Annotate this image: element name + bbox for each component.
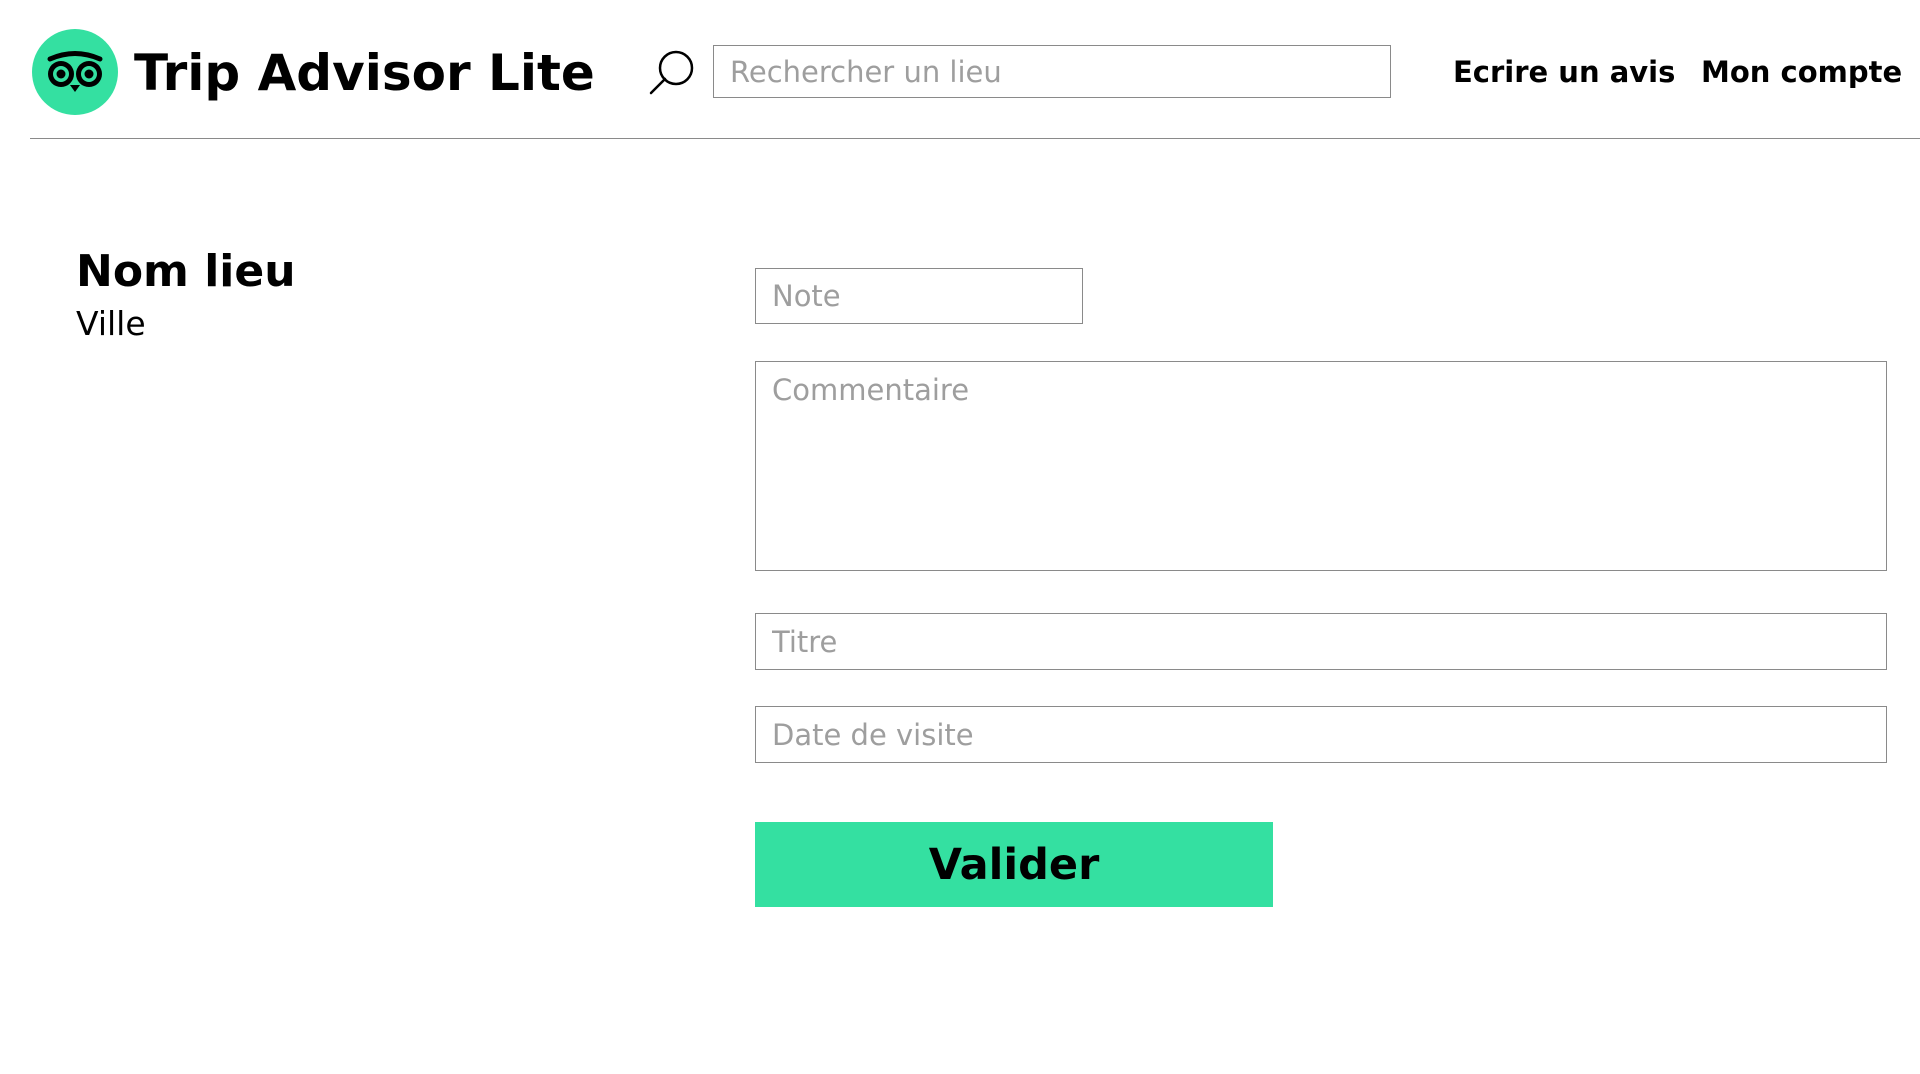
place-city: Ville <box>76 304 146 343</box>
rating-input[interactable] <box>755 268 1083 324</box>
submit-button[interactable]: Valider <box>755 822 1273 907</box>
search-icon[interactable] <box>648 48 696 96</box>
review-title-input[interactable] <box>755 613 1887 670</box>
visit-date-input[interactable] <box>755 706 1887 763</box>
header-divider <box>30 138 1920 139</box>
nav-account-link[interactable]: Mon compte <box>1701 52 1902 92</box>
comment-textarea[interactable] <box>755 361 1887 571</box>
search-input[interactable] <box>713 45 1391 98</box>
nav-write-review-link[interactable]: Ecrire un avis <box>1453 52 1675 92</box>
place-name: Nom lieu <box>76 246 296 297</box>
owl-logo-icon[interactable] <box>32 29 118 115</box>
top-bar: Trip Advisor Lite Ecrire un avis Mon com… <box>0 0 1920 140</box>
app-title: Trip Advisor Lite <box>134 44 595 102</box>
